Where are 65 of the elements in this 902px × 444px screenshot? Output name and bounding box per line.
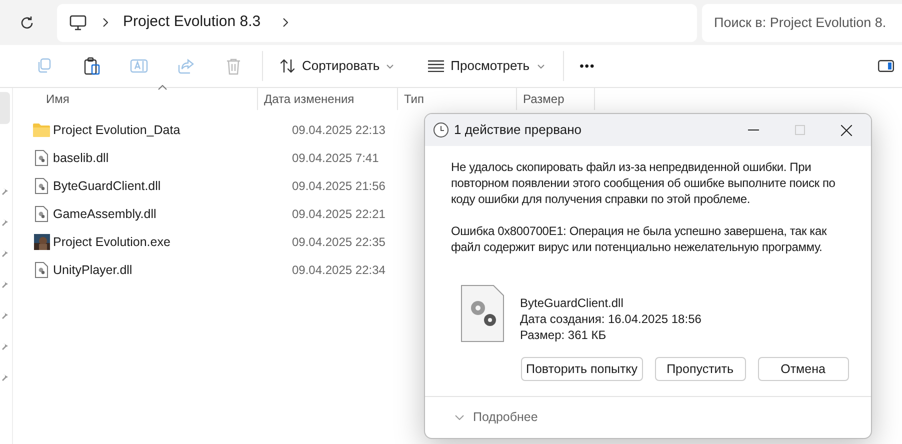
delete-icon[interactable] xyxy=(226,58,241,74)
pin-icon[interactable] xyxy=(0,310,10,320)
column-header[interactable]: Размер xyxy=(523,90,564,108)
more-button[interactable]: ••• xyxy=(580,57,596,75)
sort-icon xyxy=(280,58,296,74)
column-header[interactable]: Тип xyxy=(404,90,424,108)
minimize-icon[interactable] xyxy=(748,129,759,131)
paste-icon[interactable] xyxy=(84,57,100,75)
pin-icon[interactable] xyxy=(0,186,10,196)
caret-icon xyxy=(386,64,394,68)
dll-file-icon xyxy=(461,285,504,342)
close-icon[interactable] xyxy=(841,124,852,136)
pin-icon[interactable] xyxy=(0,341,10,351)
file-name[interactable]: UnityPlayer.dll xyxy=(53,260,292,280)
column-header[interactable]: Имя xyxy=(46,90,70,108)
date-cell-text: 09.04.2025 22:13 xyxy=(292,122,386,139)
maximize-icon[interactable] xyxy=(795,125,805,135)
list-icon xyxy=(428,60,444,72)
chevron-icon xyxy=(103,18,108,27)
clock-icon xyxy=(433,122,449,138)
caret-icon xyxy=(536,64,545,68)
dll-file-icon xyxy=(35,150,48,166)
view-button[interactable]: Просмотреть xyxy=(426,50,547,82)
date-cell-text: 09.04.2025 22:21 xyxy=(292,206,386,223)
date-cell-text: 09.04.2025 21:56 xyxy=(292,178,386,195)
refresh-icon[interactable] xyxy=(19,14,35,30)
date-cell-text: 09.04.2025 22:34 xyxy=(292,262,386,279)
dialog-button[interactable]: Отмена xyxy=(758,357,849,381)
computer-icon xyxy=(69,14,87,30)
dll-file-icon xyxy=(35,206,48,222)
rename-icon[interactable] xyxy=(130,58,148,74)
breadcrumb-item[interactable]: Project Evolution 8.3 xyxy=(123,11,261,34)
date-cell-text: 09.04.2025 22:35 xyxy=(292,234,386,251)
file-name[interactable]: GameAssembly.dll xyxy=(53,204,292,224)
file-created-date: Дата создания: 16.04.2025 18:56 xyxy=(520,311,702,327)
column-header[interactable]: Дата изменения xyxy=(264,90,354,108)
pin-icon[interactable] xyxy=(0,279,10,289)
pin-icon[interactable] xyxy=(0,248,10,258)
chevron-down-icon xyxy=(455,415,464,420)
file-name[interactable]: Project Evolution_Data xyxy=(53,120,292,140)
file-name[interactable]: ByteGuardClient.dll xyxy=(53,176,292,196)
error-code-text: Ошибка 0x800700E1: Операция не была успешно завершена, так как файл содержит вирус или потенциально нежелательную программу. xyxy=(451,223,828,255)
app-icon xyxy=(34,234,50,250)
pin-icon[interactable] xyxy=(0,217,10,227)
copy-icon[interactable] xyxy=(36,58,52,74)
error-message: Не удалось скопировать файл из-за непредвиденной ошибки. При повторном появлении этого сообщения об ошибке выполните поиск по коду ошибки для получения справки по этой проблеме. xyxy=(451,159,836,207)
details-toggle[interactable]: Подробнее xyxy=(455,408,538,427)
file-size: Размер: 361 КБ xyxy=(520,327,608,343)
dialog-button[interactable]: Пропустить xyxy=(654,357,746,381)
address-bar[interactable]: Project Evolution 8.3 xyxy=(57,4,697,42)
dialog-title: 1 действие прервано xyxy=(454,121,582,140)
pin-icon[interactable] xyxy=(0,372,10,382)
file-name: ByteGuardClient.dll xyxy=(520,295,624,311)
dll-file-icon xyxy=(35,178,48,194)
folder-icon xyxy=(33,123,50,137)
date-cell-text: 09.04.2025 7:41 xyxy=(292,150,379,167)
dialog-button[interactable]: Повторить попытку xyxy=(521,357,643,381)
search-field[interactable]: Поиск в: Project Evolution 8. xyxy=(702,4,902,42)
dll-file-icon xyxy=(35,262,48,278)
share-icon[interactable] xyxy=(178,58,195,74)
details-pane-icon[interactable] xyxy=(878,60,894,72)
sort-button[interactable]: Сортировать xyxy=(278,50,396,82)
file-name[interactable]: baselib.dll xyxy=(53,148,292,168)
chevron-icon xyxy=(282,18,288,27)
file-name[interactable]: Project Evolution.exe xyxy=(53,232,292,252)
